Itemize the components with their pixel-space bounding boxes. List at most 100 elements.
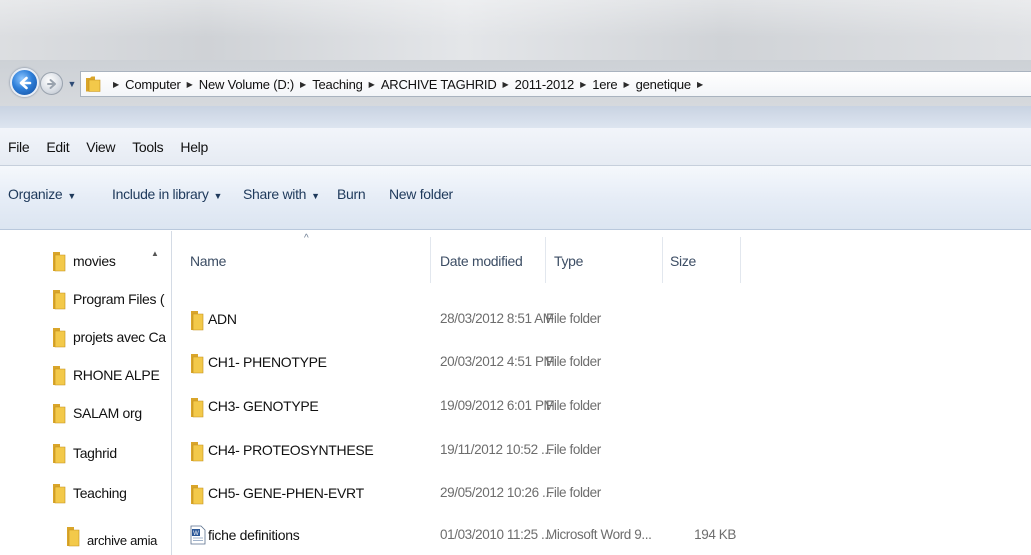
folder-icon: [53, 252, 66, 272]
breadcrumb-separator-icon[interactable]: ▶: [697, 80, 703, 89]
folder-icon: [191, 442, 204, 462]
chrome-separator-band: [0, 106, 1031, 128]
folder-icon: [67, 527, 80, 547]
breadcrumb-archive-taghrid[interactable]: ARCHIVE TAGHRID: [381, 77, 497, 92]
menu-bar: File Edit View Tools Help: [0, 128, 1031, 166]
breadcrumb-new-volume[interactable]: New Volume (D:): [199, 77, 294, 92]
file-list[interactable]: ^ Name Date modified Type Size ADN 28/03…: [172, 231, 1031, 555]
menu-help[interactable]: Help: [180, 139, 208, 155]
breadcrumb-separator-icon[interactable]: ▶: [113, 80, 119, 89]
address-row: ▼ ▶ Computer ▶ New Volume (D:) ▶ Teachin…: [0, 60, 1031, 106]
file-type: File folder: [546, 398, 601, 413]
breadcrumb-separator-icon[interactable]: ▶: [369, 80, 375, 89]
file-date-modified: 19/09/2012 6:01 PM: [440, 398, 555, 413]
column-header-date-modified[interactable]: Date modified: [440, 253, 523, 269]
file-row-ch3-genotype[interactable]: CH3- GENOTYPE 19/09/2012 6:01 PM File fo…: [172, 392, 872, 422]
recent-pages-dropdown[interactable]: ▼: [66, 78, 78, 90]
new-folder-button[interactable]: New folder: [389, 186, 453, 202]
folder-icon: [191, 485, 204, 505]
column-divider[interactable]: [545, 237, 546, 283]
file-type: File folder: [546, 442, 601, 457]
share-with-button[interactable]: Share with ▼: [243, 186, 320, 202]
menu-edit[interactable]: Edit: [46, 139, 69, 155]
nav-item-label: RHONE ALPE: [73, 367, 160, 383]
file-date-modified: 29/05/2012 10:26 ...: [440, 485, 553, 500]
column-divider[interactable]: [662, 237, 663, 283]
file-name: CH3- GENOTYPE: [208, 398, 319, 414]
nav-item-label: Program Files (: [73, 291, 165, 307]
column-header-type[interactable]: Type: [554, 253, 583, 269]
menu-tools[interactable]: Tools: [132, 139, 163, 155]
breadcrumb-separator-icon[interactable]: ▶: [300, 80, 306, 89]
include-in-library-button[interactable]: Include in library ▼: [112, 186, 222, 202]
menu-file[interactable]: File: [8, 139, 30, 155]
nav-item-movies[interactable]: movies: [52, 241, 116, 281]
column-divider[interactable]: [430, 237, 431, 283]
file-row-adn[interactable]: ADN 28/03/2012 8:51 AM File folder: [172, 305, 872, 335]
file-name: CH4- PROTEOSYNTHESE: [208, 442, 374, 458]
organize-button[interactable]: Organize ▼: [8, 186, 76, 202]
chevron-down-icon: ▼: [67, 191, 77, 201]
folder-icon: [53, 404, 66, 424]
file-row-fiche-definitions[interactable]: W fiche definitions 01/03/2010 11:25 ...…: [172, 521, 872, 551]
nav-item-salam-org[interactable]: SALAM org: [52, 393, 142, 433]
file-date-modified: 20/03/2012 4:51 PM: [440, 354, 555, 369]
folder-icon: [191, 311, 204, 331]
file-name: CH1- PHENOTYPE: [208, 354, 327, 370]
breadcrumb-teaching[interactable]: Teaching: [312, 77, 363, 92]
file-date-modified: 28/03/2012 8:51 AM: [440, 311, 554, 326]
breadcrumb-separator-icon[interactable]: ▶: [187, 80, 193, 89]
breadcrumb-1ere[interactable]: 1ere: [592, 77, 617, 92]
file-date-modified: 01/03/2010 11:25 ...: [440, 527, 552, 542]
nav-item-teaching[interactable]: Teaching: [52, 473, 127, 513]
nav-item-projets[interactable]: projets avec Ca: [52, 317, 166, 357]
breadcrumb-separator-icon[interactable]: ▶: [623, 80, 629, 89]
back-arrow-icon: [19, 76, 31, 89]
breadcrumb-2011-2012[interactable]: 2011-2012: [515, 77, 575, 92]
address-bar[interactable]: ▶ Computer ▶ New Volume (D:) ▶ Teaching …: [80, 71, 1031, 97]
folder-icon: [53, 290, 66, 310]
sort-ascending-icon: ^: [304, 233, 309, 244]
nav-item-label: projets avec Ca: [73, 329, 166, 345]
breadcrumb-genetique[interactable]: genetique: [636, 77, 692, 92]
forward-button[interactable]: [40, 72, 63, 95]
burn-button[interactable]: Burn: [337, 186, 366, 202]
folder-icon: [53, 366, 66, 386]
file-type: Microsoft Word 9...: [546, 527, 652, 542]
nav-item-rhone-alpe[interactable]: RHONE ALPE: [52, 355, 160, 395]
window-title-bar[interactable]: [0, 0, 1031, 62]
nav-item-archive-amia[interactable]: archive amia: [66, 525, 157, 555]
chevron-down-icon: ▼: [311, 191, 320, 201]
breadcrumb-separator-icon[interactable]: ▶: [580, 80, 586, 89]
file-name: fiche definitions: [208, 527, 300, 543]
nav-item-program-files[interactable]: Program Files (: [52, 279, 164, 319]
nav-item-label: archive amia: [87, 533, 158, 548]
file-size: 194 KB: [694, 527, 736, 542]
navigation-pane[interactable]: ▲ movies Program Files ( projets avec Ca…: [0, 231, 172, 555]
scroll-up-arrow-icon[interactable]: ▲: [150, 249, 160, 259]
title-bar-glass: [0, 0, 1031, 62]
folder-icon: [191, 354, 204, 374]
breadcrumb-separator-icon[interactable]: ▶: [503, 80, 509, 89]
include-in-library-label: Include in library: [112, 186, 209, 202]
file-type: File folder: [546, 311, 601, 326]
chevron-down-icon: ▼: [213, 191, 223, 201]
breadcrumb-computer[interactable]: Computer: [125, 77, 181, 92]
folder-icon: [53, 328, 66, 348]
file-date-modified: 19/11/2012 10:52 ...: [440, 442, 552, 457]
back-button[interactable]: [10, 68, 39, 97]
file-row-ch1-phenotype[interactable]: CH1- PHENOTYPE 20/03/2012 4:51 PM File f…: [172, 348, 872, 378]
column-header-size[interactable]: Size: [670, 253, 696, 269]
nav-item-taghrid[interactable]: Taghrid: [52, 433, 117, 473]
nav-item-label: Teaching: [73, 485, 127, 501]
folder-icon: [53, 444, 66, 464]
column-divider[interactable]: [740, 237, 741, 283]
word-document-icon: W: [190, 525, 206, 545]
menu-view[interactable]: View: [86, 139, 115, 155]
file-name: CH5- GENE-PHEN-EVRT: [208, 485, 364, 501]
command-toolbar: Organize ▼ Include in library ▼ Share with…: [0, 166, 1031, 230]
file-row-ch5-gene-phen-evrt[interactable]: CH5- GENE-PHEN-EVRT 29/05/2012 10:26 ...…: [172, 479, 872, 509]
file-row-ch4-proteosynthese[interactable]: CH4- PROTEOSYNTHESE 19/11/2012 10:52 ...…: [172, 436, 872, 466]
nav-item-label: SALAM org: [73, 405, 142, 421]
column-header-name[interactable]: Name: [190, 253, 226, 269]
